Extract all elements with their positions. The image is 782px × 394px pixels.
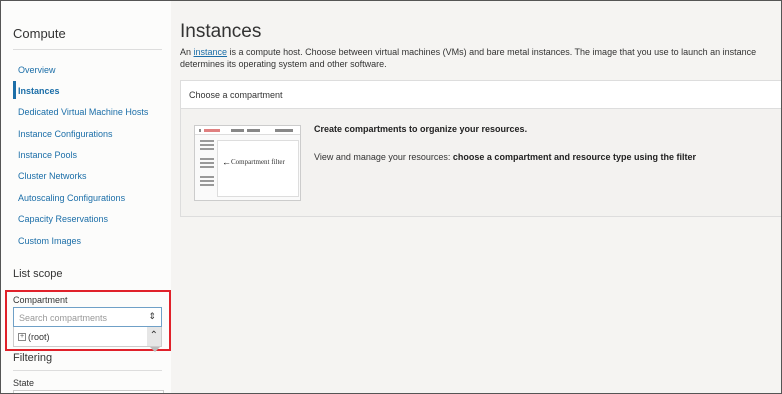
chevron-up-icon[interactable]: ⌃	[150, 330, 158, 341]
instance-link[interactable]: instance	[194, 47, 228, 57]
console-window: Compute Overview Instances Dedicated Vir…	[0, 0, 782, 394]
filtering-heading: Filtering	[13, 352, 53, 364]
main-content: Instances An instance is a compute host.…	[180, 1, 781, 393]
illustration-line	[200, 158, 214, 160]
expand-plus-icon[interactable]: +	[18, 333, 26, 341]
state-label: State	[13, 378, 35, 388]
arrow-left-icon: ←	[222, 157, 231, 167]
sidebar-item-cluster-networks[interactable]: Cluster Networks	[18, 171, 87, 181]
compartment-label: Compartment	[13, 295, 68, 305]
sidebar-title: Compute	[13, 26, 66, 41]
illustration-line	[200, 166, 214, 168]
illustration-line	[200, 140, 214, 142]
dropdown-pointer	[150, 347, 160, 352]
page-title: Instances	[180, 21, 262, 42]
updown-chevron-icon[interactable]: ⇕	[148, 311, 156, 322]
description-text: An	[180, 47, 194, 57]
panel-header: Choose a compartment	[181, 81, 781, 109]
sidebar-item-autoscaling-configurations[interactable]: Autoscaling Configurations	[18, 193, 125, 203]
illustration-line	[200, 184, 214, 186]
description-text: is a compute host. Choose between virtua…	[180, 47, 757, 69]
illustration-content-area	[217, 140, 299, 197]
illustration-line	[200, 144, 214, 146]
compartment-select[interactable]: Search compartments ⇕	[13, 307, 162, 327]
sidebar-item-instance-pools[interactable]: Instance Pools	[18, 150, 77, 160]
illustration-bar	[204, 129, 220, 132]
sidebar-item-capacity-reservations[interactable]: Capacity Reservations	[18, 214, 108, 224]
state-select[interactable]	[13, 390, 164, 393]
panel-text-bold: choose a compartment and resource type u…	[452, 152, 696, 162]
illustration-line	[200, 176, 214, 178]
illustration-bar	[199, 129, 201, 132]
illustration-line	[200, 180, 214, 182]
sidebar-item-instances[interactable]: Instances	[18, 86, 60, 96]
illustration-line	[200, 148, 214, 150]
sidebar-divider	[13, 49, 162, 50]
sidebar-item-instance-configurations[interactable]: Instance Configurations	[18, 129, 113, 139]
sidebar-divider	[13, 370, 162, 371]
sidebar-item-custom-images[interactable]: Custom Images	[18, 236, 81, 246]
illustration-bar	[275, 129, 293, 132]
sidebar-item-overview[interactable]: Overview	[18, 65, 56, 75]
compartment-search-placeholder[interactable]: Search compartments	[19, 313, 107, 323]
panel-text-prefix: View and manage your resources:	[314, 152, 453, 162]
list-scope-heading: List scope	[13, 268, 63, 280]
sidebar-item-dedicated-vm-hosts[interactable]: Dedicated Virtual Machine Hosts	[18, 107, 148, 117]
choose-compartment-panel: Choose a compartment ← Compartment filte…	[180, 80, 781, 217]
compartment-filter-illustration: ← Compartment filter	[194, 125, 301, 201]
illustration-bar	[247, 129, 260, 132]
illustration-bar	[231, 129, 244, 132]
compartment-tree-item-root[interactable]: (root)	[28, 332, 50, 342]
active-indicator	[13, 81, 16, 99]
illustration-topbar	[195, 126, 300, 135]
panel-headline: Create compartments to organize your res…	[314, 124, 528, 134]
compartment-dropdown: + (root) ⌃	[13, 327, 162, 352]
sidebar: Compute Overview Instances Dedicated Vir…	[1, 1, 171, 393]
panel-header-title: Choose a compartment	[189, 90, 283, 100]
panel-text: View and manage your resources: choose a…	[314, 152, 696, 162]
page-description: An instance is a compute host. Choose be…	[180, 46, 780, 70]
illustration-line	[200, 162, 214, 164]
illustration-caption: Compartment filter	[231, 158, 285, 166]
